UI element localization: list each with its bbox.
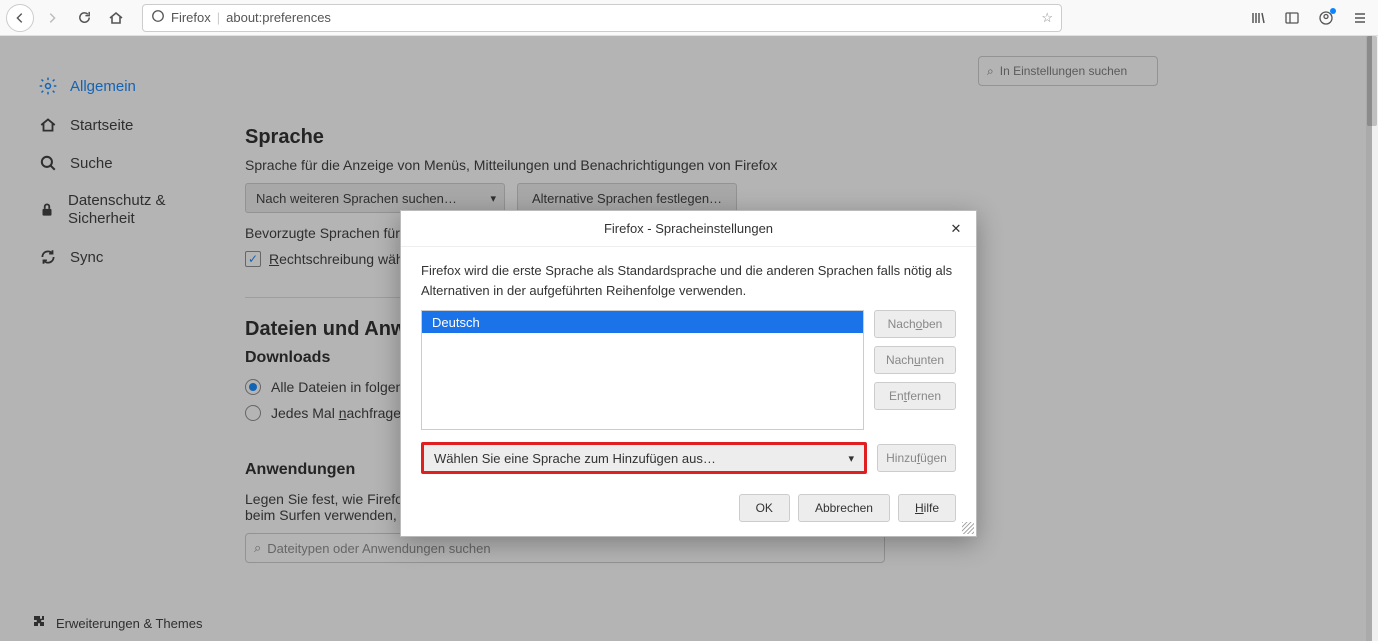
identity-label: Firefox (171, 10, 211, 25)
firefox-icon (151, 9, 165, 26)
forward-button[interactable] (38, 4, 66, 32)
home-button[interactable] (102, 4, 130, 32)
back-button[interactable] (6, 4, 34, 32)
account-icon[interactable] (1314, 6, 1338, 30)
language-list-item[interactable]: Deutsch (422, 311, 863, 333)
library-icon[interactable] (1246, 6, 1270, 30)
dialog-title-bar: Firefox - Spracheinstellungen ✕ (401, 211, 976, 247)
resize-grip[interactable] (962, 522, 974, 534)
url-text: about:preferences (226, 10, 1035, 25)
dialog-title: Firefox - Spracheinstellungen (604, 221, 773, 236)
menu-icon[interactable] (1348, 6, 1372, 30)
ok-button[interactable]: OK (739, 494, 790, 522)
url-bar[interactable]: Firefox | about:preferences ☆ (142, 4, 1062, 32)
move-down-button[interactable]: Nach unten (874, 346, 956, 374)
sidebar-icon[interactable] (1280, 6, 1304, 30)
add-button[interactable]: Hinzufügen (877, 444, 956, 472)
cancel-button[interactable]: Abbrechen (798, 494, 890, 522)
help-button[interactable]: Hilfe (898, 494, 956, 522)
add-language-dropdown[interactable]: Wählen Sie eine Sprache zum Hinzufügen a… (421, 442, 867, 474)
reload-button[interactable] (70, 4, 98, 32)
language-settings-dialog: Firefox - Spracheinstellungen ✕ Firefox … (400, 210, 977, 537)
close-button[interactable]: ✕ (946, 219, 966, 239)
browser-toolbar: Firefox | about:preferences ☆ (0, 0, 1378, 36)
remove-button[interactable]: Entfernen (874, 382, 956, 410)
bookmark-star-icon[interactable]: ☆ (1041, 10, 1053, 26)
language-list[interactable]: Deutsch (421, 310, 864, 430)
dialog-description: Firefox wird die erste Sprache als Stand… (421, 261, 956, 300)
move-up-button[interactable]: Nach oben (874, 310, 956, 338)
